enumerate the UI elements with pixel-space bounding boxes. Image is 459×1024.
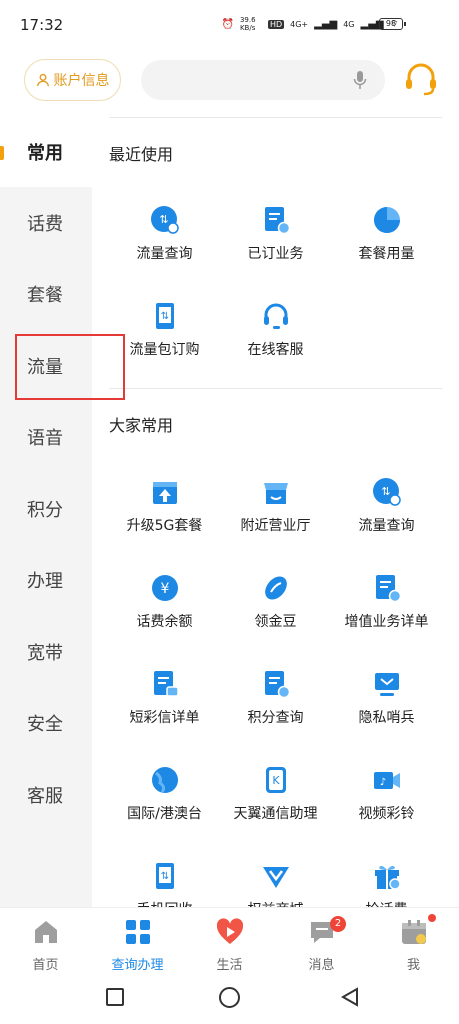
- tile-online-service[interactable]: 在线客服: [220, 301, 331, 381]
- sidebar-item-common[interactable]: 常用: [0, 117, 92, 187]
- back-button[interactable]: [340, 987, 360, 1007]
- tile-phone-recycle[interactable]: ⇅ 手机回收: [109, 861, 220, 907]
- nearby-store-icon: [264, 483, 288, 504]
- phone-recycle-icon: ⇅: [156, 863, 174, 889]
- popular-section-title: 大家常用: [109, 416, 174, 435]
- recent-apps-button[interactable]: [106, 988, 124, 1006]
- search-input[interactable]: [141, 60, 385, 100]
- tile-nearby-store[interactable]: 附近营业厅: [220, 477, 331, 557]
- signal-bars-icon: ▂▄▆: [314, 18, 338, 30]
- subscribed-services-icon: [265, 207, 291, 235]
- heart-play-icon: [216, 918, 244, 944]
- sidebar-item-broadband[interactable]: 宽带: [0, 617, 92, 687]
- data-query-icon: ⇅: [373, 478, 401, 506]
- privacy-sentinel-icon: [375, 673, 399, 696]
- tile-data-query-2[interactable]: ⇅ 流量查询: [331, 477, 442, 557]
- tile-benefits-mall[interactable]: 权益商城: [220, 861, 331, 907]
- tile-data-query[interactable]: ⇅ 流量查询: [109, 205, 220, 285]
- account-info-label: 账户信息: [53, 73, 110, 89]
- tile-subscribed-services[interactable]: 已订业务: [220, 205, 331, 285]
- svg-text:⇅: ⇅: [161, 871, 169, 882]
- message-badge: 2: [330, 916, 346, 932]
- main-content: 最近使用 ⇅ 流量查询 已订业务 套餐用量 ⇅ 流量包订购 在线客服 大家常用 …: [92, 117, 459, 907]
- international-icon: [152, 767, 178, 793]
- tile-grab-credit[interactable]: 抢话费: [331, 861, 442, 907]
- battery-icon: 98: [379, 18, 406, 30]
- points-query-icon: [265, 671, 291, 699]
- bottom-navigation: 首页 查询办理 生活 2 消息 我: [0, 907, 459, 975]
- signal-1: 4G+: [290, 19, 309, 29]
- sidebar-item-points[interactable]: 积分: [0, 474, 92, 544]
- microphone-icon[interactable]: [353, 70, 367, 90]
- svg-text:⇅: ⇅: [161, 311, 169, 322]
- sms-details-icon: [154, 671, 179, 697]
- tile-gold-bean[interactable]: 领金豆: [220, 573, 331, 653]
- account-info-button[interactable]: 账户信息: [24, 59, 121, 101]
- svg-text:⇅: ⇅: [381, 485, 390, 498]
- tile-balance[interactable]: ¥ 话费余额: [109, 573, 220, 653]
- sidebar-item-security[interactable]: 安全: [0, 688, 92, 758]
- plan-usage-icon: [374, 207, 400, 233]
- nav-life[interactable]: 生活: [184, 914, 275, 974]
- divider: [109, 117, 442, 118]
- alarm-icon: ⏰: [221, 18, 234, 30]
- customer-service-icon[interactable]: [403, 61, 439, 97]
- hd-badge: HD: [267, 19, 285, 29]
- tile-international[interactable]: 国际/港澳台: [109, 765, 220, 845]
- assistant-icon: K: [266, 767, 286, 793]
- balance-icon: ¥: [152, 575, 178, 601]
- sidebar-item-phone-bill[interactable]: 话费: [0, 188, 92, 258]
- home-button[interactable]: [219, 987, 240, 1008]
- grab-credit-icon: [375, 865, 401, 890]
- status-time: 17:32: [20, 16, 64, 34]
- divider: [109, 388, 442, 389]
- tile-value-added-details[interactable]: 增值业务详单: [331, 573, 442, 653]
- sidebar-item-service[interactable]: 客服: [0, 760, 92, 830]
- sidebar-item-plan[interactable]: 套餐: [0, 259, 92, 329]
- tile-video-ringtone[interactable]: ♪ 视频彩铃: [331, 765, 442, 845]
- category-sidebar: 常用 话费 套餐 流量 语音 积分 办理 宽带 安全 客服: [0, 117, 125, 907]
- gold-bean-icon: [265, 576, 287, 600]
- upgrade-5g-icon: [153, 482, 177, 504]
- svg-text:¥: ¥: [161, 581, 170, 597]
- nav-messages[interactable]: 2 消息: [276, 914, 367, 974]
- notification-dot: [428, 914, 436, 922]
- sidebar-item-handle[interactable]: 办理: [0, 545, 92, 615]
- svg-text:⇅: ⇅: [159, 213, 168, 226]
- tile-sms-details[interactable]: 短彩信详单: [109, 669, 220, 749]
- system-navigation: [0, 975, 459, 1024]
- svg-text:♪: ♪: [380, 777, 386, 788]
- online-service-icon: [264, 303, 288, 329]
- user-icon: [36, 73, 49, 87]
- tile-assistant[interactable]: K 天翼通信助理: [220, 765, 331, 845]
- home-icon: [35, 921, 57, 943]
- svg-text:K: K: [272, 774, 280, 787]
- net-speed: 39.6 KB/s: [239, 16, 256, 32]
- sidebar-item-voice[interactable]: 语音: [0, 402, 92, 472]
- data-package-icon: ⇅: [156, 303, 174, 329]
- recent-section-title: 最近使用: [109, 145, 174, 164]
- signal-2: 4G: [343, 19, 355, 29]
- calendar-icon: [402, 920, 426, 944]
- status-bar: 17:32 ⏰ 39.6 KB/s HD 4G+ ▂▄▆ 4G ▂▄▆ ⌔ 98: [0, 0, 459, 50]
- tile-data-package[interactable]: ⇅ 流量包订购: [109, 301, 220, 381]
- tile-plan-usage[interactable]: 套餐用量: [331, 205, 442, 285]
- grid-icon: [126, 920, 150, 944]
- nav-home[interactable]: 首页: [0, 914, 91, 974]
- video-ringtone-icon: ♪: [374, 772, 400, 789]
- tile-points-query[interactable]: 积分查询: [220, 669, 331, 749]
- nav-query-handle[interactable]: 查询办理: [92, 914, 183, 974]
- value-added-details-icon: [376, 575, 402, 603]
- tile-privacy-sentinel[interactable]: 隐私哨兵: [331, 669, 442, 749]
- status-icons: ⏰ 39.6 KB/s HD 4G+ ▂▄▆ 4G ▂▄▆ ⌔: [222, 16, 400, 32]
- tile-upgrade-5g[interactable]: 升级5G套餐: [109, 477, 220, 557]
- data-query-icon: ⇅: [151, 206, 179, 234]
- sidebar-item-data[interactable]: 流量: [0, 331, 92, 401]
- header: 账户信息: [0, 55, 459, 110]
- nav-me[interactable]: 我: [368, 914, 459, 974]
- benefits-mall-icon: [263, 867, 289, 888]
